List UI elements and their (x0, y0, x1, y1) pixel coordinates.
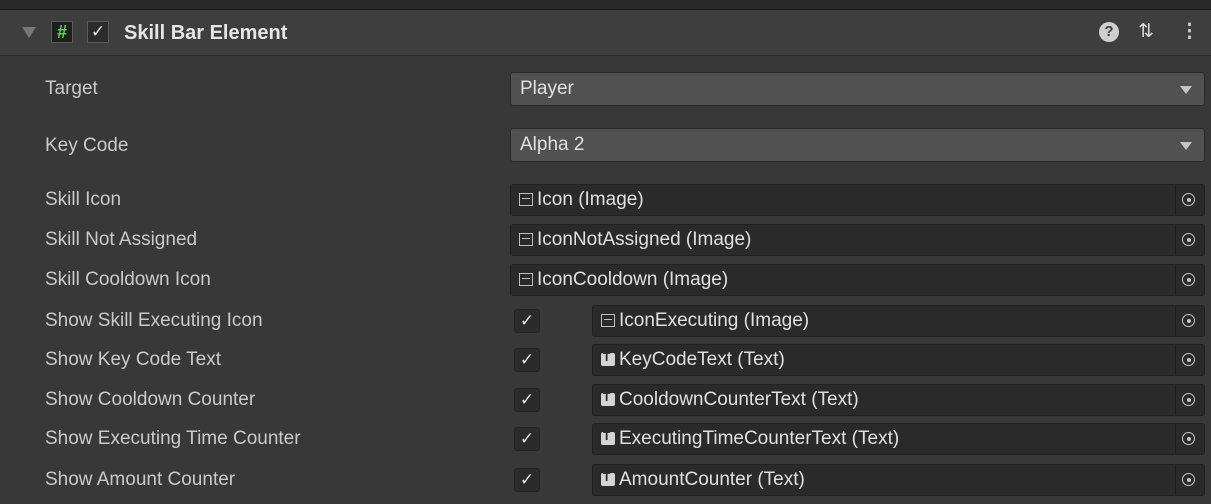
skill-not-assigned-field[interactable]: IconNotAssigned (Image) (510, 224, 1205, 256)
dropdown-arrow-icon (1180, 86, 1192, 94)
object-picker-icon[interactable] (1175, 385, 1202, 415)
field-label: Show Amount Counter (45, 469, 236, 490)
field-row-target: Target Player (0, 71, 1211, 107)
foldout-arrow-icon[interactable] (22, 27, 36, 38)
component-header[interactable]: # ✓ Skill Bar Element ? ⇅ ⋮ (0, 10, 1211, 56)
top-band (0, 0, 1211, 10)
field-label: Skill Cooldown Icon (45, 269, 211, 290)
object-field-value: AmountCounter (Text) (619, 469, 805, 490)
key-code-dropdown[interactable]: Alpha 2 (510, 128, 1205, 162)
object-field-value: IconExecuting (Image) (619, 310, 810, 331)
skill-icon-field[interactable]: Icon (Image) (510, 184, 1205, 216)
field-label: Show Skill Executing Icon (45, 310, 263, 331)
dropdown-value: Alpha 2 (520, 134, 585, 155)
object-field-value: CooldownCounterText (Text) (619, 389, 859, 410)
text-icon (601, 470, 615, 486)
script-icon: # (51, 21, 73, 43)
field-label: Skill Not Assigned (45, 229, 198, 250)
object-picker-icon[interactable] (1175, 306, 1202, 336)
show-skill-executing-icon-checkbox[interactable]: ✓ (514, 309, 540, 333)
object-field-value: KeyCodeText (Text) (619, 349, 785, 370)
field-label: Show Key Code Text (45, 349, 222, 370)
text-icon (601, 429, 615, 445)
field-row-skill-cooldown-icon: Skill Cooldown Icon IconCooldown (Image) (0, 264, 1211, 298)
enabled-checkbox[interactable]: ✓ (87, 21, 109, 43)
field-row-show-skill-executing-icon: Show Skill Executing Icon ✓ IconExecutin… (0, 305, 1211, 339)
component-title: Skill Bar Element (124, 22, 288, 44)
target-dropdown[interactable]: Player (510, 72, 1205, 106)
object-picker-icon[interactable] (1175, 225, 1202, 255)
object-picker-icon[interactable] (1175, 185, 1202, 215)
text-icon (601, 390, 615, 406)
object-field-value: ExecutingTimeCounterText (Text) (619, 428, 900, 449)
skill-cooldown-icon-field[interactable]: IconCooldown (Image) (510, 264, 1205, 296)
field-row-skill-icon: Skill Icon Icon (Image) (0, 184, 1211, 218)
field-row-skill-not-assigned: Skill Not Assigned IconNotAssigned (Imag… (0, 224, 1211, 258)
field-label: Skill Icon (45, 189, 122, 210)
text-icon (601, 350, 615, 366)
amount-counter-text-field[interactable]: AmountCounter (Text) (592, 464, 1205, 496)
show-executing-time-counter-checkbox[interactable]: ✓ (514, 427, 540, 451)
show-cooldown-counter-checkbox[interactable]: ✓ (514, 388, 540, 412)
cooldown-counter-text-field[interactable]: CooldownCounterText (Text) (592, 384, 1205, 416)
dropdown-arrow-icon (1180, 142, 1192, 150)
field-row-show-cooldown-counter: Show Cooldown Counter ✓ CooldownCounterT… (0, 384, 1211, 418)
object-picker-icon[interactable] (1175, 345, 1202, 375)
image-icon (519, 233, 533, 246)
object-picker-icon[interactable] (1175, 465, 1202, 495)
help-icon[interactable]: ? (1099, 22, 1119, 42)
object-field-value: IconCooldown (Image) (537, 269, 729, 290)
field-label: Target (45, 78, 98, 99)
field-row-show-executing-time-counter: Show Executing Time Counter ✓ ExecutingT… (0, 423, 1211, 457)
field-label: Show Executing Time Counter (45, 428, 301, 449)
executing-time-counter-text-field[interactable]: ExecutingTimeCounterText (Text) (592, 423, 1205, 455)
image-icon (519, 193, 533, 206)
skill-executing-icon-field[interactable]: IconExecuting (Image) (592, 305, 1205, 337)
field-row-key-code: Key Code Alpha 2 (0, 128, 1211, 164)
more-options-icon[interactable]: ⋮ (1180, 20, 1199, 44)
object-field-value: Icon (Image) (537, 189, 644, 210)
field-label: Key Code (45, 135, 129, 156)
image-icon (519, 273, 533, 286)
object-picker-icon[interactable] (1175, 265, 1202, 295)
field-row-show-amount-counter: Show Amount Counter ✓ AmountCounter (Tex… (0, 464, 1211, 498)
key-code-text-field[interactable]: KeyCodeText (Text) (592, 344, 1205, 376)
show-amount-counter-checkbox[interactable]: ✓ (514, 468, 540, 492)
image-icon (601, 314, 615, 327)
preset-icon[interactable]: ⇅ (1138, 20, 1154, 44)
show-key-code-text-checkbox[interactable]: ✓ (514, 348, 540, 372)
dropdown-value: Player (520, 78, 574, 99)
object-picker-icon[interactable] (1175, 424, 1202, 454)
object-field-value: IconNotAssigned (Image) (537, 229, 752, 250)
field-label: Show Cooldown Counter (45, 389, 256, 410)
field-row-show-key-code-text: Show Key Code Text ✓ KeyCodeText (Text) (0, 344, 1211, 378)
